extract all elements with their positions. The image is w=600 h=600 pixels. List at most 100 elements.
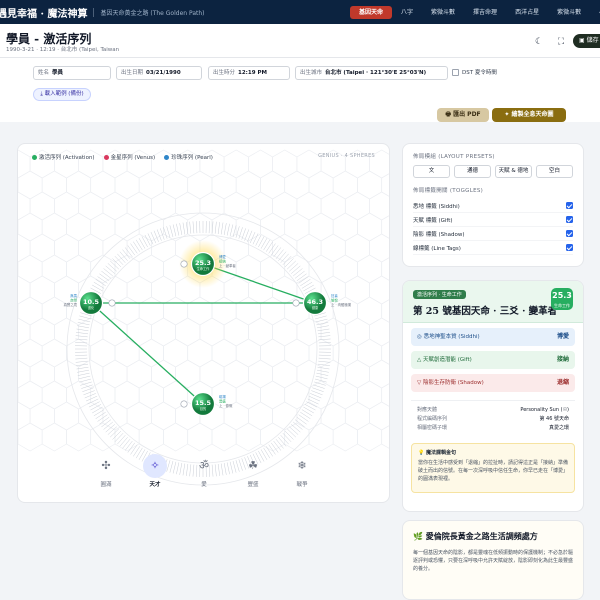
nav-item[interactable]: 小六壬 [590, 6, 600, 19]
ring-tick [316, 372, 329, 376]
toggle-row[interactable]: 天賦 標籤 (Gift) [413, 213, 573, 227]
toggle-row[interactable]: 陰影 標籤 (Shadow) [413, 227, 573, 241]
hex-cell [223, 233, 249, 263]
hex-cell [223, 275, 249, 305]
sphere-tag: 上 · 肉體極樂 [331, 302, 352, 307]
dst-label: DST 夏令時間 [462, 70, 497, 76]
fullscreen-icon[interactable]: ⛶ [555, 36, 567, 48]
hex-cell [272, 359, 298, 389]
fullness-tool[interactable]: ✣ 圓滿 [88, 454, 124, 488]
hex-cell [18, 191, 31, 221]
hex-cell [78, 233, 104, 263]
preset-button[interactable]: 空白 [536, 165, 573, 178]
save-button[interactable]: ▣ 儲存 [573, 34, 600, 48]
ring-tick [226, 223, 230, 236]
draw-chart-button[interactable]: ✦ 繪製全息天命圖 [492, 108, 566, 122]
page-header: 學員 - 激活序列 1990-3-21 · 12:19 · 台北市 (Taipe… [0, 24, 600, 58]
hex-cell [223, 317, 249, 347]
siddhi-icon: ◎ [417, 334, 422, 340]
ring-tick [278, 251, 287, 261]
dst-toggle[interactable]: DST 夏令時間 [452, 68, 497, 76]
hex-cell [308, 338, 334, 368]
war-tool[interactable]: ❄ 戰爭 [284, 454, 320, 488]
nav-item[interactable]: 基因天命 [350, 5, 393, 19]
toggle-checkbox[interactable] [566, 230, 573, 237]
abundance-tool[interactable]: ☘ 豐盛 [235, 454, 271, 488]
hex-cell [199, 191, 225, 221]
toggle-checkbox[interactable] [566, 202, 573, 209]
sphere-marker [180, 260, 188, 268]
nav-item[interactable]: 擇吉命理 [464, 6, 506, 19]
hex-cell [260, 296, 286, 326]
prescription-body: 每一個基因天命的陰影，都是靈魂在低頻振動時的保護機制；不必急於驅逐評判或恐懼，只… [413, 550, 574, 572]
hex-cell [126, 317, 152, 347]
toggle-row[interactable]: 悉地 標籤 (Siddhi) [413, 199, 573, 213]
ring-tick [286, 428, 297, 438]
moon-icon[interactable]: ☾ [533, 36, 545, 48]
ring-tick [282, 255, 292, 266]
siddhi-row[interactable]: ◎ 悉地神聖本質 (Siddhi) 博愛 [411, 328, 575, 346]
ring-tick [77, 372, 90, 376]
hex-cell [357, 296, 383, 326]
hex-cell [78, 317, 104, 347]
gift-row[interactable]: △ 天賦創造潛能 (Gift) 接納 [411, 351, 575, 369]
ring-tick [109, 260, 120, 270]
nav-item[interactable]: 紫微斗數 [422, 6, 464, 19]
date-field[interactable]: 出生日期 03/21/1990 [116, 66, 202, 80]
ring-tick [80, 381, 92, 386]
ring-tick [119, 437, 128, 447]
ring-tick [317, 369, 329, 373]
gene-key-card: 激活序列 · 生命工作 第 25 號基因天命 · 三爻 · 變革者 25.3 生命… [402, 280, 584, 512]
toggle-checkbox[interactable] [566, 244, 573, 251]
shadow-label: 陰影生存防衛 (Shadow) [422, 380, 484, 386]
export-pdf-button[interactable]: 🖶 匯出 PDF [437, 108, 489, 122]
dst-checkbox[interactable] [452, 68, 459, 76]
load-sample-button[interactable]: ⤓ 載入範例 (備份) [33, 88, 91, 101]
toggle-row[interactable]: 線標籤 (Line Tags) [413, 241, 573, 255]
ring-tick [99, 273, 110, 282]
sphere-bottom[interactable]: 15.5目的 磁場豐盛上 · 慷慨 [180, 391, 233, 417]
ring-tick [263, 239, 271, 251]
nav-item[interactable]: 八字 [392, 6, 422, 19]
ring-tick [114, 432, 124, 443]
preset-button[interactable]: 通德 [454, 165, 491, 178]
toggle-checkbox[interactable] [566, 216, 573, 223]
hex-cell [272, 149, 298, 179]
preset-button[interactable]: 文 [413, 165, 450, 178]
hex-cell [344, 191, 370, 221]
hex-cell [18, 317, 31, 347]
hex-cell [29, 359, 55, 389]
brand-logo[interactable]: 遇見幸福 · 魔法神算 [0, 5, 87, 20]
ring-tick [280, 253, 289, 263]
hex-cell [18, 296, 43, 326]
ring-tick [182, 222, 186, 235]
hex-cell [41, 170, 67, 200]
hex-cell [235, 170, 261, 200]
hex-cell [211, 170, 237, 200]
love-tool[interactable]: ॐ愛 [186, 454, 222, 488]
city-value: 台北市 (Taipei · 121°30'E 25°03'N) [325, 70, 427, 76]
shadow-row[interactable]: ▽ 陰影生存防衛 (Shadow) 退縮 [411, 374, 575, 392]
ring-tick [298, 276, 309, 284]
gene-key-number: 25.3 [552, 291, 572, 300]
nav-item[interactable]: 西洋占星 [506, 6, 548, 19]
name-field[interactable]: 姓名 學員 [33, 66, 111, 80]
hex-cell [114, 380, 140, 410]
ring-tick [127, 442, 136, 453]
city-select[interactable]: 出生城市 台北市 (Taipei · 121°30'E 25°03'N) [295, 66, 448, 80]
tool-label: 豐盛 [247, 482, 259, 488]
preset-button[interactable]: 天賦 & 德地 [495, 165, 532, 178]
gift-icon: △ [417, 357, 422, 363]
genius-tool[interactable]: ✧ 天才 [137, 454, 173, 488]
ring-tick [315, 375, 328, 380]
tool-label: 圓滿 [100, 482, 112, 488]
quote-body: 當你在生活中感受到「退縮」的拉扯時，請記得這正是「接納」準備破土而出的信號。在每… [418, 460, 569, 482]
nav-item[interactable]: 紫微斗數 [548, 6, 590, 19]
hex-cell [320, 401, 346, 431]
sphere-marker [292, 299, 300, 307]
sphere-tag: 博愛 [219, 254, 226, 259]
time-field[interactable]: 出生時分 12:19 PM [208, 66, 290, 80]
date-label: 出生日期 [121, 70, 144, 76]
hex-cell [151, 275, 176, 305]
ring-tick [317, 366, 330, 370]
